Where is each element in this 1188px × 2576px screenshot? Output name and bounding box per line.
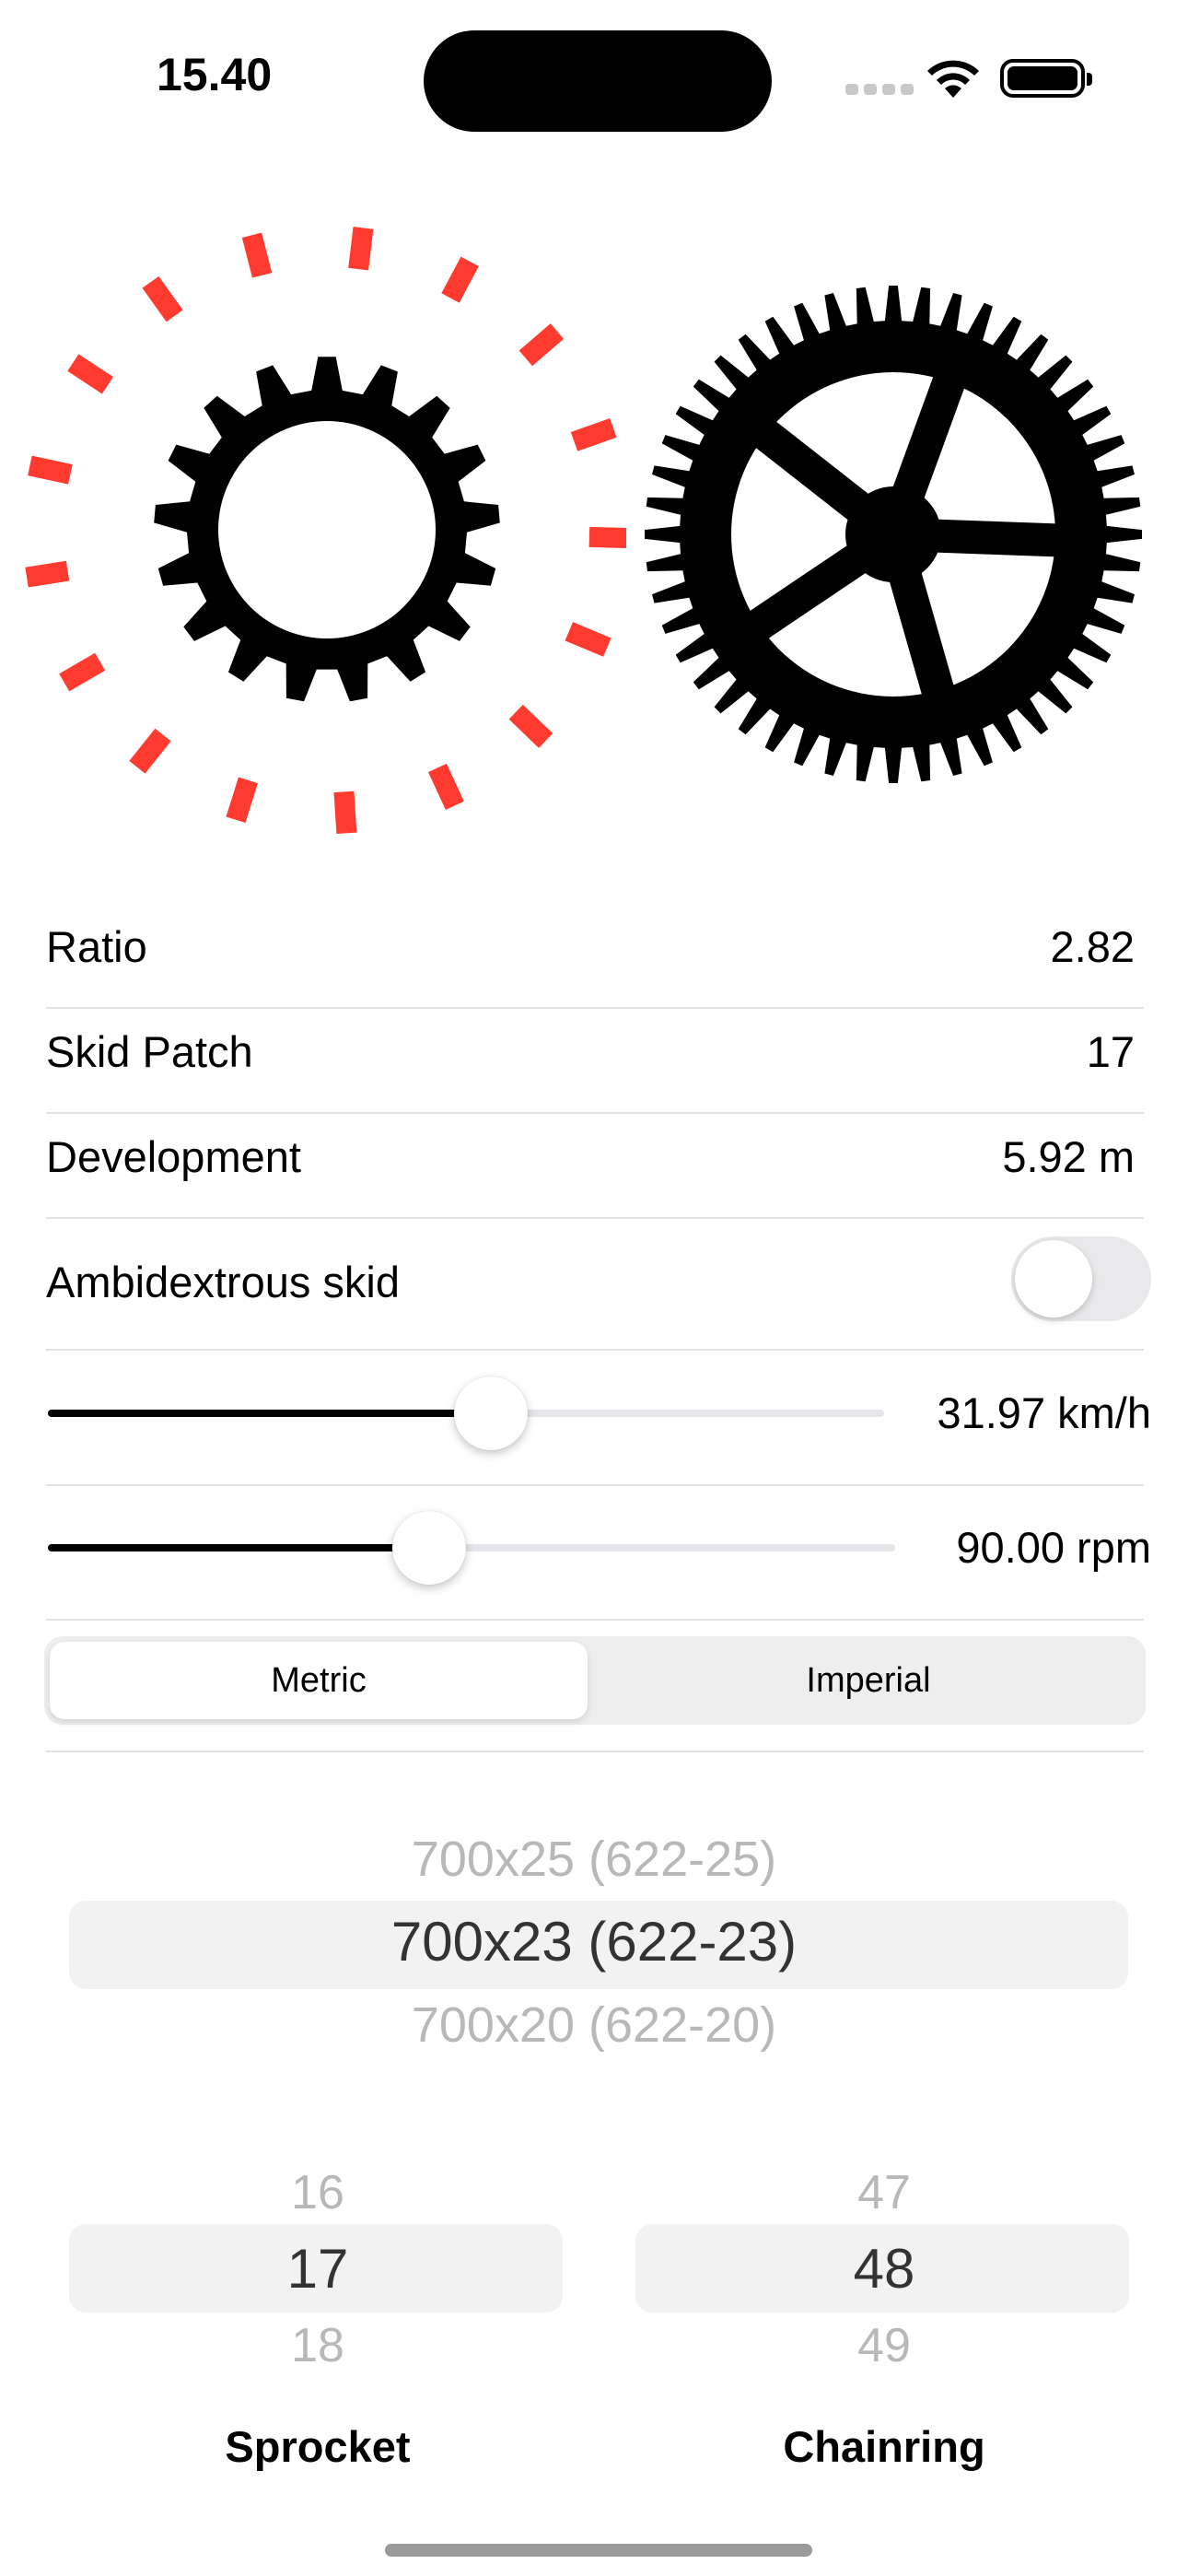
ratio-value: 2.82 [1050, 922, 1135, 971]
picker-item[interactable]: 700x25 (622-25) [0, 1831, 1188, 1888]
battery-icon [1000, 59, 1092, 98]
cadence-slider[interactable] [48, 1544, 895, 1551]
speed-slider-thumb[interactable] [454, 1376, 529, 1450]
skid-patch-mark [142, 275, 183, 322]
skid-patch-value: 17 [1086, 1027, 1135, 1076]
chainring-hub [845, 486, 941, 582]
skid-patch-mark [241, 232, 273, 278]
skid-patch-mark [348, 227, 374, 271]
skid-patch-mark [333, 790, 357, 835]
speed-slider-fill [48, 1410, 492, 1417]
skid-patch-mark [25, 560, 70, 588]
skid-patch-mark [28, 455, 73, 485]
chainring-picker[interactable]: 47 48 49 [635, 2147, 1133, 2386]
skid-patch-mark [518, 323, 565, 367]
picker-item[interactable]: 18 [69, 2318, 566, 2362]
divider [46, 1619, 1144, 1621]
development-label: Development [46, 1132, 301, 1181]
units-segmented-control: Metric Imperial [44, 1636, 1146, 1725]
picker-item-selected[interactable]: 17 [69, 2237, 566, 2301]
speed-value: 31.97 km/h [937, 1388, 1151, 1437]
skid-patch-mark [570, 417, 617, 451]
chainring-gear-graphic [645, 286, 1142, 783]
skid-patch-label: Skid Patch [46, 1027, 253, 1076]
divider [46, 1112, 1144, 1114]
cellular-signal-icon [845, 83, 919, 100]
segment-imperial[interactable]: Imperial [597, 1642, 1140, 1719]
picker-item[interactable]: 47 [635, 2165, 1133, 2220]
picker-item-selected[interactable]: 48 [635, 2237, 1133, 2301]
divider [46, 1751, 1144, 1752]
skid-patch-mark [441, 256, 479, 303]
cadence-slider-thumb[interactable] [392, 1511, 466, 1585]
status-time: 15.40 [157, 49, 273, 100]
picker-item-selected[interactable]: 700x23 (622-23) [0, 1910, 1188, 1973]
cadence-value: 90.00 rpm [956, 1523, 1151, 1572]
skid-patch-mark [508, 704, 553, 748]
divider [46, 1349, 1144, 1351]
picker-item-partial [0, 1764, 1188, 1783]
ambidextrous-label: Ambidextrous skid [46, 1258, 400, 1306]
skid-patch-mark [226, 777, 258, 824]
picker-item[interactable]: 49 [635, 2318, 1133, 2362]
ambidextrous-toggle[interactable] [1011, 1236, 1151, 1321]
cadence-slider-fill [48, 1544, 429, 1551]
sprocket-label: Sprocket [225, 2422, 411, 2471]
skid-patch-mark [67, 354, 113, 394]
sprocket-hub [218, 421, 436, 638]
segment-metric[interactable]: Metric [50, 1642, 588, 1719]
skid-patch-mark [129, 728, 171, 774]
skid-patch-mark [565, 622, 611, 657]
sprocket-picker[interactable]: 16 17 18 [69, 2147, 566, 2386]
picker-item[interactable]: 700x20 (622-20) [0, 1996, 1188, 2054]
development-value: 5.92 m [1002, 1132, 1135, 1181]
skid-patch-mark [427, 763, 464, 810]
skid-patch-mark [59, 652, 106, 692]
wifi-icon [925, 57, 982, 104]
toggle-knob [1015, 1240, 1092, 1317]
ratio-label: Ratio [46, 922, 147, 971]
sprocket-gear-graphic [25, 227, 626, 835]
divider [46, 1007, 1144, 1009]
divider [46, 1217, 1144, 1219]
skid-patch-mark [588, 526, 626, 548]
picker-item[interactable]: 16 [69, 2165, 566, 2220]
home-indicator [385, 2544, 812, 2557]
dynamic-island [424, 30, 772, 132]
chainring-label: Chainring [783, 2422, 985, 2471]
divider [46, 1484, 1144, 1486]
tire-size-picker[interactable]: 700x25 (622-25) 700x23 (622-23) 700x20 (… [0, 1783, 1188, 2059]
